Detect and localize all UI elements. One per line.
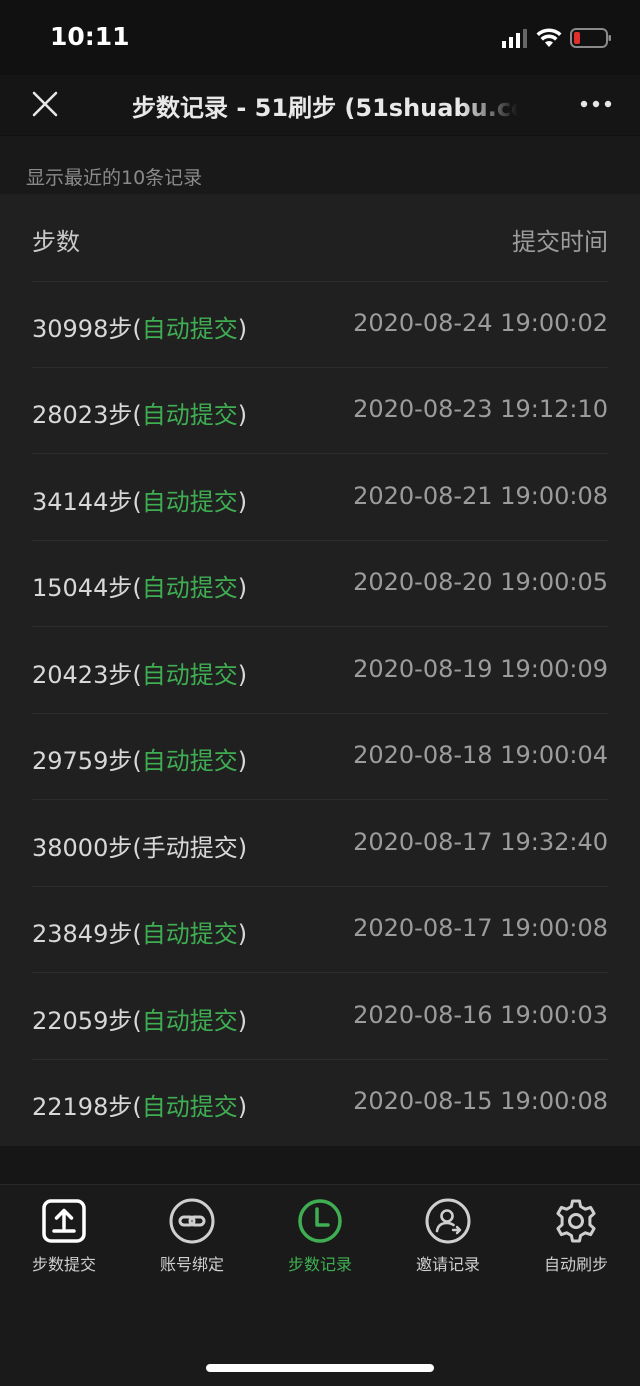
table-row: 30998步(自动提交) 2020-08-24 19:00:02: [32, 281, 608, 368]
table-row: 20423步(自动提交) 2020-08-19 19:00:09: [32, 627, 608, 714]
wifi-icon: [536, 28, 562, 47]
tab-account-binding[interactable]: 账号绑定: [128, 1197, 256, 1287]
step-count: 30998步(自动提交): [32, 315, 248, 343]
content-bottom-gap: [0, 1146, 640, 1184]
table-row: 15044步(自动提交) 2020-08-20 19:00:05: [32, 540, 608, 627]
close-icon[interactable]: [30, 89, 60, 119]
nav-bar: 步数记录 - 51刷步 (51shuabu.com): [0, 75, 640, 135]
link-icon: [169, 1198, 215, 1244]
step-count: 28023步(自动提交): [32, 401, 248, 429]
step-count: 29759步(自动提交): [32, 747, 248, 775]
page-title: 步数记录 - 51刷步 (51shuabu.com): [132, 94, 518, 122]
submit-time: 2020-08-15 19:00:08: [353, 1087, 608, 1115]
submit-time: 2020-08-16 19:00:03: [353, 1001, 608, 1029]
step-count: 22059步(自动提交): [32, 1007, 248, 1035]
submit-time: 2020-08-17 19:32:40: [353, 828, 608, 856]
status-time: 10:11: [50, 22, 130, 51]
more-icon[interactable]: [580, 97, 612, 111]
table-row: 22059步(自动提交) 2020-08-16 19:00:03: [32, 973, 608, 1060]
submit-mode: 自动提交: [141, 315, 238, 343]
tab-invite-records[interactable]: 邀请记录: [384, 1197, 512, 1287]
submit-mode: 自动提交: [141, 747, 238, 775]
status-bar: 10:11: [0, 0, 640, 75]
step-count: 38000步(手动提交): [32, 834, 248, 862]
user-invite-icon: [425, 1198, 471, 1244]
submit-mode: 手动提交: [141, 834, 238, 862]
submit-mode: 自动提交: [141, 574, 238, 602]
submit-time: 2020-08-20 19:00:05: [353, 568, 608, 596]
signal-icon: [502, 29, 527, 48]
column-header-steps: 步数: [32, 228, 80, 256]
tab-label: 账号绑定: [159, 1255, 224, 1274]
step-count: 15044步(自动提交): [32, 574, 248, 602]
submit-time: 2020-08-18 19:00:04: [353, 741, 608, 769]
table-row: 34144步(自动提交) 2020-08-21 19:00:08: [32, 454, 608, 541]
table-row: 23849步(自动提交) 2020-08-17 19:00:08: [32, 886, 608, 973]
notice-text: 显示最近的10条记录: [26, 167, 203, 189]
status-icons: [502, 26, 612, 50]
column-header-time: 提交时间: [512, 228, 608, 256]
submit-mode: 自动提交: [141, 401, 238, 429]
tab-step-records[interactable]: 步数记录: [256, 1197, 384, 1287]
records-table: 步数 提交时间 30998步(自动提交) 2020-08-24 19:00:02…: [0, 194, 640, 1146]
tab-auto-steps[interactable]: 自动刷步: [512, 1197, 640, 1287]
battery-icon: [570, 28, 611, 48]
submit-time: 2020-08-21 19:00:08: [353, 482, 608, 510]
submit-mode: 自动提交: [141, 661, 238, 689]
clock-icon: [298, 1199, 342, 1243]
home-indicator[interactable]: [206, 1364, 434, 1372]
step-count: 22198步(自动提交): [32, 1093, 248, 1121]
tab-step-submit[interactable]: 步数提交: [0, 1197, 128, 1287]
bottom-tab-bar: 步数提交 账号绑定 步数记录 邀请记录 自动刷步: [0, 1184, 640, 1386]
table-row: 28023步(自动提交) 2020-08-23 19:12:10: [32, 367, 608, 454]
tab-label: 自动刷步: [543, 1255, 608, 1274]
submit-time: 2020-08-23 19:12:10: [353, 395, 608, 423]
submit-mode: 自动提交: [141, 1007, 238, 1035]
submit-mode: 自动提交: [141, 920, 238, 948]
tab-label: 步数记录: [287, 1255, 352, 1274]
submit-time: 2020-08-17 19:00:08: [353, 914, 608, 942]
table-row: 38000步(手动提交) 2020-08-17 19:32:40: [32, 800, 608, 887]
step-count: 23849步(自动提交): [32, 920, 248, 948]
tab-label: 步数提交: [31, 1255, 96, 1274]
notice-bar: 显示最近的10条记录: [0, 136, 640, 194]
submit-mode: 自动提交: [141, 1093, 238, 1121]
submit-mode: 自动提交: [141, 488, 238, 516]
step-count: 20423步(自动提交): [32, 661, 248, 689]
table-header: 步数 提交时间: [32, 194, 608, 282]
tab-label: 邀请记录: [415, 1255, 480, 1274]
step-count: 34144步(自动提交): [32, 488, 248, 516]
upload-icon: [42, 1199, 86, 1243]
submit-time: 2020-08-19 19:00:09: [353, 655, 608, 683]
table-row: 22198步(自动提交) 2020-08-15 19:00:08: [32, 1059, 608, 1145]
submit-time: 2020-08-24 19:00:02: [353, 309, 608, 337]
gear-icon: [556, 1199, 596, 1243]
table-row: 29759步(自动提交) 2020-08-18 19:00:04: [32, 713, 608, 800]
